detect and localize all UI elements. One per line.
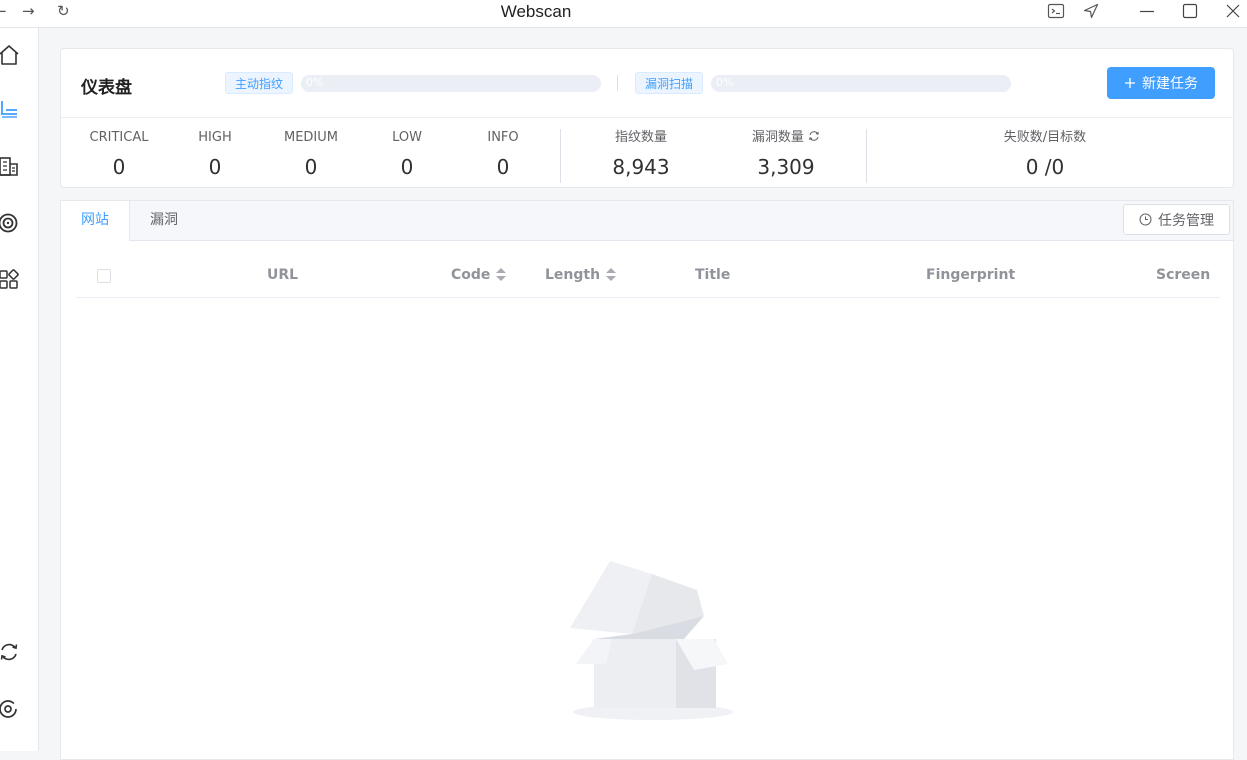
- column-length[interactable]: Length: [545, 267, 617, 283]
- results-panel: 网站 漏洞 任务管理 URL Code Length Title Fingerp…: [60, 200, 1234, 760]
- clock-icon: [1139, 213, 1152, 226]
- column-url: URL: [267, 267, 298, 283]
- divider: [61, 117, 1233, 118]
- maximize-icon[interactable]: [1181, 2, 1199, 20]
- divider: [617, 75, 618, 91]
- sync-icon[interactable]: [0, 641, 20, 663]
- stat-label: HIGH: [198, 130, 232, 145]
- close-icon[interactable]: [1224, 2, 1242, 20]
- column-code[interactable]: Code: [451, 267, 507, 283]
- stat-value: 0: [400, 155, 414, 179]
- stat-info: INFO 0: [473, 129, 533, 179]
- tab-bar: 网站 漏洞 任务管理: [61, 201, 1233, 241]
- column-label: Title: [695, 267, 731, 283]
- table-header: URL Code Length Title Fingerprint Screen: [76, 257, 1220, 298]
- column-label: Screen: [1156, 267, 1211, 283]
- stat-vuln-count: 漏洞数量 3,309: [741, 129, 831, 179]
- dashboard-card: 仪表盘 主动指纹 0% 漏洞扫描 0% 新建任务 CRITICAL 0 HIGH…: [60, 48, 1234, 188]
- building-icon[interactable]: [0, 155, 20, 177]
- sort-icon[interactable]: [606, 268, 617, 282]
- column-fingerprint: Fingerprint: [926, 267, 1015, 283]
- stat-value: 0: [496, 155, 510, 179]
- stat-fingerprint-count: 指纹数量 8,943: [601, 129, 681, 179]
- task-manage-button[interactable]: 任务管理: [1123, 204, 1230, 235]
- settings-icon[interactable]: [0, 698, 20, 720]
- column-label: URL: [267, 267, 299, 283]
- new-task-label: 新建任务: [1142, 76, 1198, 92]
- window-title: Webscan: [500, 2, 572, 21]
- stat-critical: CRITICAL 0: [89, 129, 149, 179]
- target-icon[interactable]: [0, 212, 20, 234]
- divider: [560, 129, 561, 183]
- stat-value: 3,309: [757, 155, 815, 179]
- stat-label: INFO: [487, 130, 519, 145]
- apps-icon[interactable]: [0, 269, 20, 291]
- fingerprint-progress-text: 0%: [306, 76, 324, 89]
- column-label: Fingerprint: [926, 267, 1016, 283]
- stat-label: MEDIUM: [283, 130, 338, 145]
- divider: [866, 129, 867, 183]
- select-all-checkbox[interactable]: [97, 269, 111, 283]
- sort-icon[interactable]: [496, 268, 507, 282]
- vuln-count-label: 漏洞数量: [751, 130, 804, 145]
- stat-label: 指纹数量: [614, 130, 667, 145]
- task-manage-label: 任务管理: [1158, 212, 1214, 229]
- column-screen: Screen: [1156, 267, 1210, 283]
- new-task-button[interactable]: 新建任务: [1107, 67, 1215, 99]
- fingerprint-tag: 主动指纹: [225, 72, 294, 94]
- fingerprint-progress-bar: 0%: [301, 75, 601, 92]
- column-label: Length: [545, 267, 601, 283]
- stat-value: 0: [112, 155, 126, 179]
- empty-box-icon: [570, 561, 733, 720]
- vuln-scan-tag: 漏洞扫描: [635, 72, 704, 94]
- column-title: Title: [695, 267, 730, 283]
- stat-high: HIGH 0: [185, 129, 245, 179]
- stat-label: LOW: [392, 130, 422, 145]
- tab-vulnerabilities[interactable]: 漏洞: [133, 201, 195, 240]
- title-bar: ← → ↻ Webscan: [0, 0, 1247, 28]
- column-label: Code: [451, 267, 491, 283]
- vuln-progress-text: 0%: [716, 76, 734, 89]
- scan-icon[interactable]: [0, 98, 20, 120]
- sidebar: [0, 28, 39, 751]
- stat-medium: MEDIUM 0: [281, 129, 341, 179]
- stat-value: 8,943: [612, 155, 670, 179]
- stat-value: 0: [304, 155, 318, 179]
- stat-label: 漏洞数量: [741, 129, 831, 147]
- tab-websites[interactable]: 网站: [61, 201, 130, 241]
- stat-label: CRITICAL: [89, 130, 149, 145]
- navigate-icon[interactable]: [1082, 2, 1100, 20]
- stat-value: 0: [208, 155, 222, 179]
- home-icon[interactable]: [0, 44, 20, 66]
- plus-icon: [1125, 78, 1135, 88]
- dashboard-title: 仪表盘: [81, 78, 132, 98]
- stat-label: 失败数/目标数: [1003, 130, 1087, 145]
- stat-low: LOW 0: [377, 129, 437, 179]
- vuln-progress-bar: 0%: [711, 75, 1011, 92]
- stat-fail-target: 失败数/目标数 0 /0: [985, 129, 1105, 179]
- stat-value: 0 /0: [1025, 155, 1065, 179]
- refresh-icon[interactable]: [808, 130, 820, 142]
- terminal-icon[interactable]: [1047, 2, 1065, 20]
- minimize-icon[interactable]: [1138, 2, 1156, 20]
